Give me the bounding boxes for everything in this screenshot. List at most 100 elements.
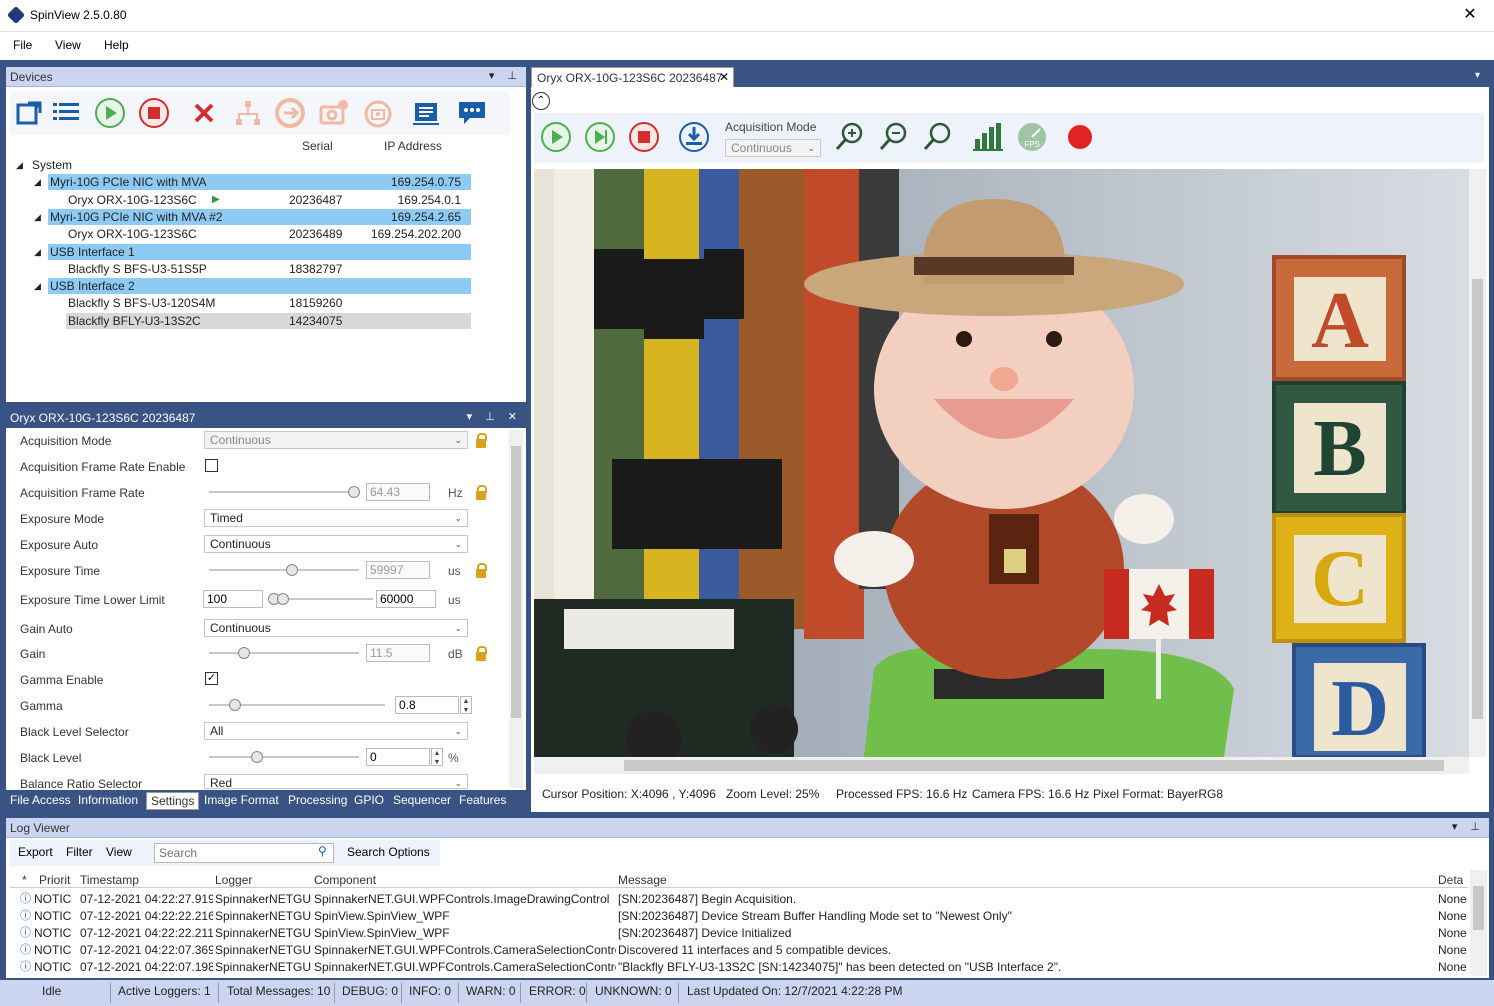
log-filter-button[interactable]: Filter bbox=[66, 845, 93, 859]
tab-features[interactable]: Features bbox=[455, 792, 510, 810]
play-icon[interactable] bbox=[94, 97, 126, 129]
tab-settings[interactable]: Settings bbox=[146, 792, 200, 810]
info-icon: ⓘ bbox=[20, 961, 31, 973]
log-row[interactable]: ⓘ NOTIC 07-12-2021 04:22:22.216 SpinnakerNE… bbox=[10, 908, 1468, 925]
chat-icon[interactable] bbox=[456, 97, 488, 129]
tab-image-format[interactable]: Image Format bbox=[200, 792, 283, 810]
expand-arrow-icon[interactable]: ◢ bbox=[34, 209, 41, 225]
exposure-lower-min-input[interactable]: 100 bbox=[203, 590, 263, 608]
stop-icon[interactable] bbox=[138, 97, 170, 129]
tab-information[interactable]: Information bbox=[74, 792, 142, 810]
gamma-enable-checkbox[interactable]: ✓ bbox=[205, 672, 218, 685]
tab-file-access[interactable]: File Access bbox=[6, 792, 75, 810]
log-row[interactable]: ⓘ NOTIC 07-12-2021 04:22:07.198 SpinnakerNE… bbox=[10, 959, 1468, 976]
tree-camera-item[interactable]: Oryx ORX-10G-123S6C 20236489 169.254.202.2… bbox=[66, 226, 471, 242]
scrollbar-thumb[interactable] bbox=[511, 446, 521, 718]
col-component[interactable]: Component bbox=[314, 873, 376, 887]
viewer-tab[interactable]: Oryx ORX-10G-123S6C 20236487 ✕ bbox=[531, 67, 734, 87]
expand-arrow-icon[interactable]: ◢ bbox=[34, 278, 41, 294]
search-options-button[interactable]: Search Options bbox=[347, 845, 430, 859]
lock-icon bbox=[476, 646, 487, 661]
panel-pin-close-icon[interactable]: ▾ ⊥ ✕ bbox=[467, 410, 522, 423]
col-timestamp[interactable]: Timestamp bbox=[80, 873, 139, 887]
tab-gpio[interactable]: GPIO bbox=[350, 792, 388, 810]
viewer-menu-icon[interactable]: ▾ bbox=[1475, 70, 1480, 81]
tree-camera-item[interactable]: Blackfly S BFS-U3-120S4M 18159260 bbox=[66, 295, 471, 311]
col-message[interactable]: Message bbox=[618, 873, 667, 887]
close-window-button[interactable]: ✕ bbox=[1460, 4, 1480, 24]
horizontal-scrollbar-thumb[interactable] bbox=[624, 760, 1444, 771]
tab-processing[interactable]: Processing bbox=[284, 792, 351, 810]
zoom-out-icon[interactable] bbox=[878, 121, 910, 153]
black-level-input[interactable]: 0 bbox=[366, 748, 430, 766]
gamma-input[interactable]: 0.8 bbox=[395, 696, 459, 714]
col-priority[interactable]: Priorit bbox=[39, 873, 70, 887]
search-icon[interactable]: ⚲ bbox=[318, 844, 327, 858]
exposure-mode-select[interactable]: Timed ⌄ bbox=[204, 509, 468, 527]
menu-view[interactable]: View bbox=[55, 38, 81, 52]
menu-file[interactable]: File bbox=[13, 38, 32, 52]
col-flag[interactable]: * bbox=[22, 873, 27, 887]
expand-arrow-icon[interactable]: ◢ bbox=[34, 174, 41, 190]
expand-arrow-icon[interactable]: ◢ bbox=[34, 244, 41, 260]
tree-camera-item[interactable]: Blackfly BFLY-U3-13S2C 14234075 bbox=[66, 312, 471, 329]
log-row[interactable]: ⓘ NOTIC 07-12-2021 04:22:27.919 SpinnakerNE… bbox=[10, 891, 1468, 908]
log-view-button[interactable]: View bbox=[106, 845, 132, 859]
image-horizontal-scrollbar[interactable] bbox=[534, 757, 1469, 774]
list-icon[interactable] bbox=[50, 97, 82, 129]
tree-camera-item[interactable]: Blackfly S BFS-U3-51S5P 18382797 bbox=[66, 261, 471, 277]
exposure-auto-select[interactable]: Continuous ⌄ bbox=[204, 535, 468, 553]
range-slider-right-thumb[interactable] bbox=[277, 593, 289, 605]
histogram-icon[interactable] bbox=[972, 121, 1004, 153]
image-vertical-scrollbar[interactable] bbox=[1469, 169, 1486, 757]
log-row[interactable]: ⓘ NOTIC 07-12-2021 04:22:22.211 SpinnakerNE… bbox=[10, 925, 1468, 942]
zoom-in-icon[interactable] bbox=[834, 121, 866, 153]
col-details[interactable]: Deta bbox=[1438, 873, 1463, 887]
panel-pin-icon[interactable]: ▾ ⊥ bbox=[489, 69, 522, 82]
save-image-icon[interactable] bbox=[678, 121, 710, 153]
tree-interface-item[interactable]: ◢ USB Interface 2 bbox=[34, 278, 471, 295]
black-level-slider-thumb[interactable] bbox=[251, 751, 263, 763]
document-icon[interactable] bbox=[410, 97, 442, 129]
tree-root-system[interactable]: ◢ System bbox=[16, 157, 471, 173]
properties-scrollbar[interactable] bbox=[509, 430, 523, 788]
log-scrollbar[interactable] bbox=[1470, 870, 1487, 976]
camera-image[interactable]: A B C D bbox=[534, 169, 1469, 757]
black-level-selector-select[interactable]: All ⌄ bbox=[204, 722, 468, 740]
menu-help[interactable]: Help bbox=[104, 38, 129, 52]
gamma-spinner[interactable]: ▲ ▼ bbox=[460, 696, 472, 714]
exposure-lower-range-slider[interactable] bbox=[289, 598, 373, 600]
col-logger[interactable]: Logger bbox=[215, 873, 252, 887]
zoom-fit-icon[interactable] bbox=[922, 121, 954, 153]
tree-camera-item[interactable]: Oryx ORX-10G-123S6C ▶ 20236487 169.254.0.1 bbox=[66, 192, 471, 208]
tree-interface-item[interactable]: ◢ Myri-10G PCIe NIC with MVA #2 169.254.2.… bbox=[34, 208, 471, 225]
collapse-toolbar-icon[interactable]: ⌃ bbox=[532, 92, 550, 110]
delete-icon[interactable] bbox=[188, 97, 220, 129]
label-gamma: Gamma bbox=[20, 699, 63, 713]
expand-arrow-icon[interactable]: ◢ bbox=[16, 157, 23, 173]
gain-auto-select[interactable]: Continuous ⌄ bbox=[204, 619, 468, 637]
record-icon[interactable] bbox=[1064, 121, 1096, 153]
exposure-lower-max-input[interactable]: 60000 bbox=[376, 590, 436, 608]
refresh-icon[interactable] bbox=[14, 97, 46, 129]
frame-rate-enable-checkbox[interactable] bbox=[205, 459, 218, 472]
start-acquisition-icon[interactable] bbox=[540, 121, 572, 153]
stop-acquisition-icon[interactable] bbox=[628, 121, 660, 153]
single-frame-icon[interactable] bbox=[584, 121, 616, 153]
log-export-button[interactable]: Export bbox=[18, 845, 53, 859]
tree-interface-item[interactable]: ◢ USB Interface 1 bbox=[34, 243, 471, 260]
log-search-input[interactable] bbox=[154, 843, 334, 863]
balance-ratio-selector-select[interactable]: Red ⌄ bbox=[204, 774, 468, 789]
panel-pin-icon[interactable]: ▾ ⊥ bbox=[1452, 820, 1485, 833]
tab-sequencer[interactable]: Sequencer bbox=[389, 792, 455, 810]
black-level-spinner[interactable]: ▲ ▼ bbox=[431, 748, 443, 766]
gamma-slider-thumb[interactable] bbox=[229, 699, 241, 711]
log-scrollbar-thumb[interactable] bbox=[1473, 886, 1484, 930]
tree-interface-item[interactable]: ◢ Myri-10G PCIe NIC with MVA 169.254.0.75 bbox=[34, 174, 471, 191]
log-row[interactable]: ⓘ NOTIC 07-12-2021 04:22:07.369 SpinnakerNE… bbox=[10, 942, 1468, 959]
black-level-slider[interactable] bbox=[209, 756, 359, 758]
vertical-scrollbar-thumb[interactable] bbox=[1472, 279, 1483, 719]
fps-icon[interactable]: FPS bbox=[1016, 121, 1048, 153]
viewer-tab-close-icon[interactable]: ✕ bbox=[719, 70, 729, 84]
log-timestamp: 07-12-2021 04:22:22.216 bbox=[80, 909, 213, 923]
